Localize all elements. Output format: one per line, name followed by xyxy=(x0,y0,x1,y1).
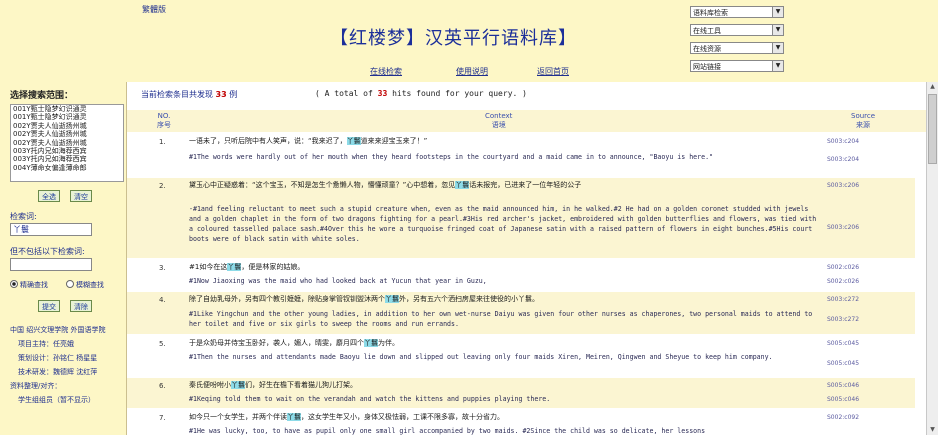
col-source: Source 来源 xyxy=(851,112,876,129)
table-row: 6. 秦氏便吩咐小丫鬟们，好生在檐下看着猫儿狗儿打架。 #1Keqing tol… xyxy=(127,378,915,408)
table-row: 2. 黛玉心中正疑惑着：“这个宝玉，不知是怎生个惫懒人物，懵懂顽童？”心中想着，… xyxy=(127,178,915,258)
keyword-highlight: 丫鬟 xyxy=(385,295,399,303)
list-item[interactable]: 001Y甄士隐梦幻识通灵 xyxy=(11,113,123,121)
col-context: Context 语境 xyxy=(485,112,513,129)
zh-context: 于是众奶母并侍宝玉卧好，袭人，媚人，晴雯，麝月四个丫鬟为伴。 xyxy=(189,339,399,347)
vertical-scrollbar[interactable]: ▲ ▼ xyxy=(926,82,938,435)
en-context: #1The words were hardly out of her mouth… xyxy=(189,153,714,161)
table-header: NO. 序号 Context 语境 Source 来源 xyxy=(127,110,926,132)
keyword-label: 检索词: xyxy=(10,212,37,221)
chevron-down-icon: ▼ xyxy=(772,43,783,53)
en-context: -#1and feeling reluctant to meet such a … xyxy=(189,205,817,243)
result-summary: 当前检索条目共发现 33 例 xyxy=(141,90,238,99)
keyword-input[interactable]: 丫鬟 xyxy=(10,223,92,236)
precise-search-radio[interactable]: 精确查找 xyxy=(10,280,48,290)
source-link[interactable]: S003:c204 xyxy=(827,138,859,145)
col-no: NO. 序号 xyxy=(157,112,171,129)
table-row: 4. 除了自幼乳母外，另有四个教引嬷嬷，除贴身掌管钗钏盥沐两个丫鬟外，另有五六个… xyxy=(127,292,915,334)
en-context: #1Then the nurses and attendants made Ba… xyxy=(189,353,773,361)
submit-button[interactable]: 提交 xyxy=(38,300,60,312)
radio-selected-icon xyxy=(10,280,18,288)
zh-context: 秦氏便吩咐小丫鬟们，好生在檐下看着猫儿狗儿打架。 xyxy=(189,381,357,389)
traditional-version-link[interactable]: 繁體版 xyxy=(142,4,166,15)
keyword-highlight: 丫鬟 xyxy=(287,413,301,421)
clear-button[interactable]: 清空 xyxy=(70,190,92,202)
page-title: 【红楼梦】汉英平行语料库】 xyxy=(330,28,577,49)
credit-host: 项目主持：任亮娥 xyxy=(18,340,74,348)
list-item[interactable]: 003Y托内兄如海荐西宾 xyxy=(11,155,123,163)
select-all-button[interactable]: 全选 xyxy=(38,190,60,202)
credit-design: 策划设计：孙铭仁 杨星星 xyxy=(18,354,98,362)
reset-button[interactable]: 清除 xyxy=(70,300,92,312)
table-row: 1. 一语未了，只听后院中有人笑声，说：“我来迟了，丫鬟道来来迎宝玉来了！” #… xyxy=(159,137,860,163)
credit-tech: 技术研发：魏德辉 沈红萍 xyxy=(18,368,98,376)
list-item[interactable]: 004Y薄命女偏逢薄命郎 xyxy=(11,164,123,172)
source-link[interactable]: S005:c046 xyxy=(827,382,859,389)
keyword-highlight: 丫鬟 xyxy=(346,137,361,145)
result-summary-en: ( A total of 33 hits found for your quer… xyxy=(315,89,527,98)
credit-institution[interactable]: 中国 绍兴文理学院 外国语学院 xyxy=(10,325,105,335)
chevron-down-icon: ▼ xyxy=(772,25,783,35)
zh-context: #1如今在这丫鬟，便是林家的姑娘。 xyxy=(189,263,305,271)
search-scope-title: 选择搜索范围： xyxy=(10,91,74,101)
keyword-highlight: 丫鬟 xyxy=(231,381,245,389)
exclude-label: 但不包括以下检索词: xyxy=(10,247,85,256)
en-context: #1Keqing told them to wait on the verand… xyxy=(189,395,551,403)
keyword-highlight: 丫鬟 xyxy=(364,339,378,347)
source-link[interactable]: S003:c272 xyxy=(827,316,859,323)
source-link[interactable]: S005:c046 xyxy=(827,396,859,403)
en-context: #1He was lucky, too, to have as pupil on… xyxy=(189,427,706,435)
exclude-input[interactable] xyxy=(10,258,92,271)
source-link[interactable]: S003:c206 xyxy=(827,182,859,189)
source-link[interactable]: S005:c045 xyxy=(827,340,859,347)
en-context: #1Now Jiaoxing was the maid who had look… xyxy=(189,277,487,285)
zh-context: 除了自幼乳母外，另有四个教引嬷嬷，除贴身掌管钗钏盥沐两个丫鬟外，另有五六个洒扫房… xyxy=(189,295,539,303)
chevron-down-icon: ▼ xyxy=(772,7,783,17)
table-row: 3. #1如今在这丫鬟，便是林家的姑娘。 #1Now Jiaoxing was … xyxy=(159,263,860,285)
results-panel: 当前检索条目共发现 33 例 ( A total of 33 hits foun… xyxy=(127,82,926,435)
online-tools-select[interactable]: 在线工具 ▼ xyxy=(690,24,784,36)
nav-home[interactable]: 返回首页 xyxy=(537,66,569,77)
header-bar: 繁體版 【红楼梦】汉英平行语料库】 在线检索 使用说明 返回首页 语料库检索 ▼ … xyxy=(0,0,938,82)
table-row: 7. 如今只一个女学生，并两个伴读丫鬟，这女学生年又小，身体又极怯弱，工课不限多… xyxy=(159,413,860,435)
scroll-down-icon[interactable]: ▼ xyxy=(927,425,938,435)
source-link[interactable]: S002:c026 xyxy=(827,278,859,285)
source-link[interactable]: S005:c045 xyxy=(827,360,859,367)
search-sidebar: 选择搜索范围： 001Y甄士隐梦幻识通灵 001Y甄士隐梦幻识通灵 002Y贾夫… xyxy=(0,82,127,435)
credit-students: 学生组组员（暂不显示） xyxy=(18,396,95,404)
source-link[interactable]: S002:c092 xyxy=(827,414,859,421)
scroll-up-icon[interactable]: ▲ xyxy=(927,82,938,92)
credit-data: 资料整理/对齐： xyxy=(10,382,62,390)
chevron-down-icon: ▼ xyxy=(772,61,783,71)
en-context: #1Like Yingchun and the other young ladi… xyxy=(189,310,813,328)
zh-context: 黛玉心中正疑惑着：“这个宝玉，不知是怎生个惫懒人物，懵懂顽童？”心中想着，忽见丫… xyxy=(189,181,582,189)
list-item[interactable]: 002Y贾夫人仙逝扬州城 xyxy=(11,139,123,147)
source-link[interactable]: S003:c204 xyxy=(827,156,859,163)
table-row: 5. 于是众奶母并侍宝玉卧好，袭人，媚人，晴雯，麝月四个丫鬟为伴。 #1Then… xyxy=(159,339,860,367)
online-resources-select[interactable]: 在线资源 ▼ xyxy=(690,42,784,54)
source-link[interactable]: S003:c206 xyxy=(827,224,859,231)
chapter-listbox[interactable]: 001Y甄士隐梦幻识通灵 001Y甄士隐梦幻识通灵 002Y贾夫人仙逝扬州城 0… xyxy=(10,104,124,182)
list-item[interactable]: 002Y贾夫人仙逝扬州城 xyxy=(11,122,123,130)
nav-instructions[interactable]: 使用说明 xyxy=(456,66,488,77)
keyword-highlight: 丫鬟 xyxy=(455,181,470,189)
scrollbar-thumb[interactable] xyxy=(928,94,937,164)
list-item[interactable]: 002Y贾夫人仙逝扬州城 xyxy=(11,130,123,138)
website-links-select[interactable]: 网站链接 ▼ xyxy=(690,60,784,72)
corpus-search-select[interactable]: 语料库检索 ▼ xyxy=(690,6,784,18)
zh-context: 如今只一个女学生，并两个伴读丫鬟，这女学生年又小，身体又极怯弱，工课不限多寡，故… xyxy=(189,413,504,421)
source-link[interactable]: S002:c026 xyxy=(827,264,859,271)
zh-context: 一语未了，只听后院中有人笑声，说：“我来迟了，丫鬟道来来迎宝玉来了！” xyxy=(189,137,428,145)
fuzzy-search-radio[interactable]: 模糊查找 xyxy=(66,280,104,290)
keyword-highlight: 丫鬟 xyxy=(227,263,242,271)
source-link[interactable]: S003:c272 xyxy=(827,296,859,303)
radio-icon xyxy=(66,280,74,288)
nav-online-search[interactable]: 在线检索 xyxy=(370,66,402,77)
